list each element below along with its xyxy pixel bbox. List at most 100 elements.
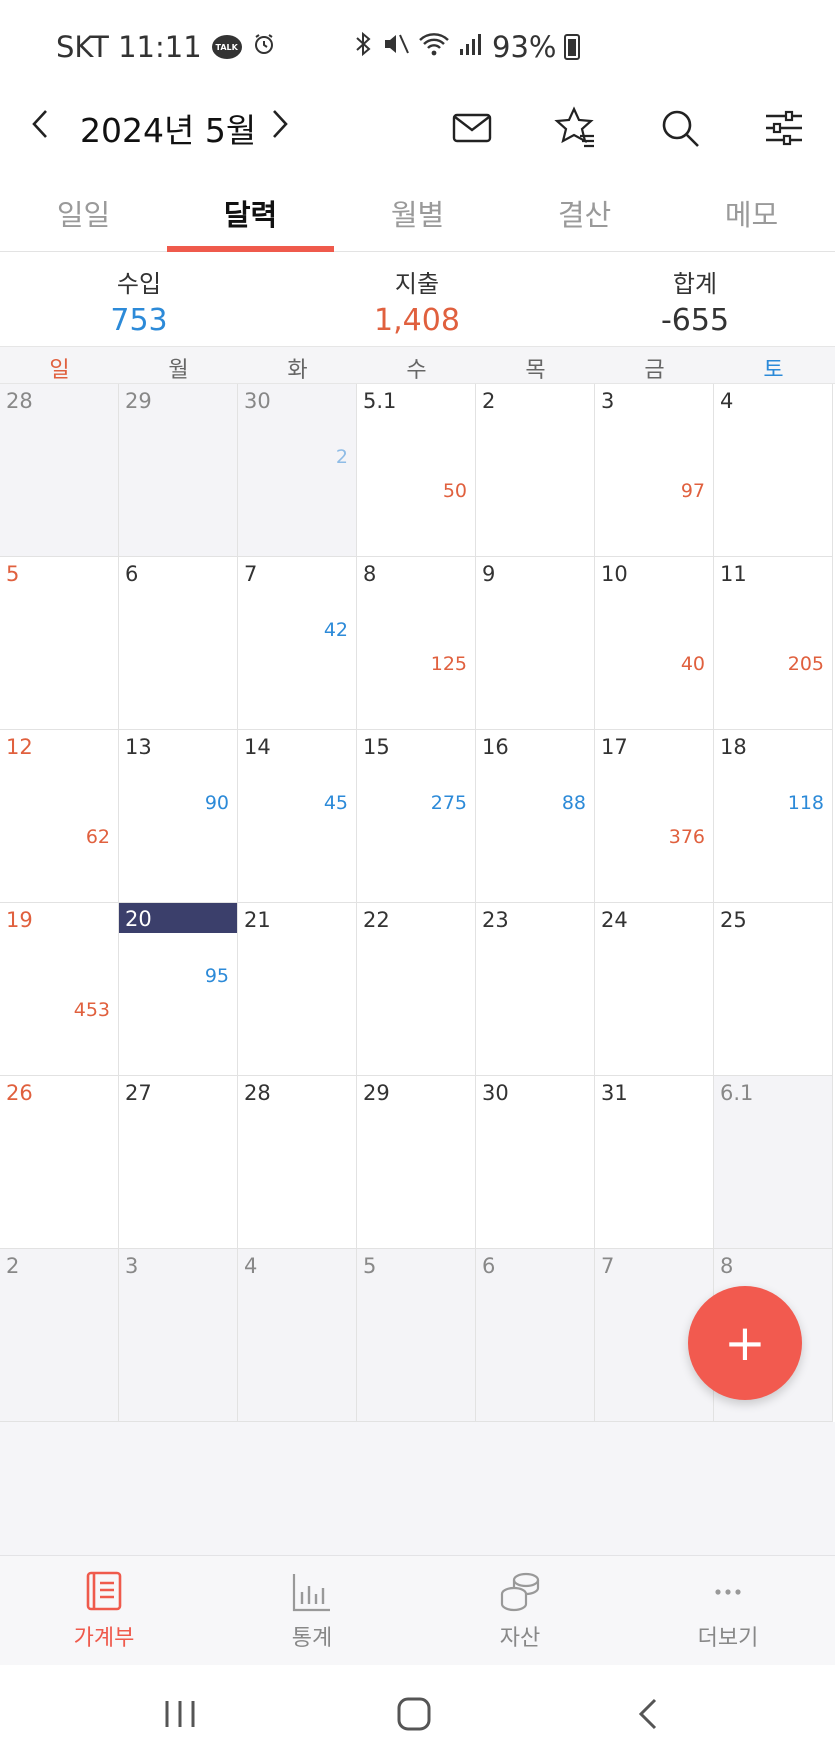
calendar-day[interactable]: 13 90 <box>119 730 238 903</box>
chevron-right-icon <box>273 110 288 138</box>
weekday-sun: 일 <box>49 358 70 383</box>
calendar-day[interactable]: 30 <box>476 1076 595 1249</box>
calendar-day[interactable]: 2 <box>476 384 595 557</box>
income-summary: 수입 753 <box>0 252 278 346</box>
tab-calendar[interactable]: 달력 <box>167 180 334 252</box>
day-number: 2 <box>482 389 496 413</box>
prev-month-button[interactable] <box>18 100 62 148</box>
tab-daily[interactable]: 일일 <box>0 180 167 251</box>
tab-monthly[interactable]: 월별 <box>334 180 501 251</box>
calendar-day[interactable]: 23 <box>476 903 595 1076</box>
bar-chart-icon <box>292 1574 330 1612</box>
signal-icon <box>458 31 484 63</box>
calendar-day[interactable]: 29 <box>119 384 238 557</box>
nav-more[interactable]: 더보기 <box>624 1556 832 1665</box>
day-number: 9 <box>482 562 496 586</box>
weekday-thu: 목 <box>525 358 546 383</box>
calendar-day[interactable]: 7 42 <box>238 557 357 730</box>
calendar-day[interactable]: 15 275 <box>357 730 476 903</box>
day-expense: 40 <box>680 653 705 675</box>
calendar-day[interactable]: 5.1 50 <box>357 384 476 557</box>
calendar-day[interactable]: 4 <box>714 384 833 557</box>
add-transaction-button[interactable]: + <box>688 1286 802 1400</box>
day-income: 88 <box>561 792 586 814</box>
battery-icon <box>564 34 581 60</box>
calendar-day[interactable]: 25 <box>714 903 833 1076</box>
tab-settlement[interactable]: 결산 <box>501 180 668 251</box>
day-number: 8 <box>363 562 377 586</box>
calendar-day[interactable]: 6 <box>476 1249 595 1422</box>
day-number: 24 <box>601 908 628 932</box>
calendar-day[interactable]: 10 40 <box>595 557 714 730</box>
calendar-day[interactable]: 21 <box>238 903 357 1076</box>
chevron-left-icon <box>32 110 47 138</box>
total-label: 합계 <box>672 270 718 298</box>
calendar-day[interactable]: 28 <box>238 1076 357 1249</box>
day-number: 2 <box>6 1254 20 1278</box>
next-month-button[interactable] <box>258 100 302 148</box>
calendar-day[interactable]: 9 <box>476 557 595 730</box>
recent-apps-icon <box>165 1701 195 1727</box>
status-left: SKT 11:11 TALK <box>56 30 276 64</box>
calendar-day[interactable]: 3 <box>119 1249 238 1422</box>
day-expense: 62 <box>85 826 110 848</box>
day-expense: 205 <box>787 653 824 675</box>
bookmark-button[interactable] <box>548 100 604 156</box>
day-number: 17 <box>601 735 628 759</box>
calendar-day[interactable]: 16 88 <box>476 730 595 903</box>
calendar-day[interactable]: 14 45 <box>238 730 357 903</box>
day-expense: 97 <box>680 480 705 502</box>
status-bar: SKT 11:11 TALK 93% <box>0 0 835 96</box>
day-number: 4 <box>244 1254 258 1278</box>
month-title[interactable]: 2024년 5월 <box>80 104 256 152</box>
calendar-day[interactable]: 2 <box>0 1249 119 1422</box>
search-button[interactable] <box>652 100 708 156</box>
calendar-day[interactable]: 28 <box>0 384 119 557</box>
calendar-day[interactable]: 17 376 <box>595 730 714 903</box>
calendar-day[interactable]: 11 205 <box>714 557 833 730</box>
calendar-day[interactable]: 31 <box>595 1076 714 1249</box>
calendar-day[interactable]: 29 <box>357 1076 476 1249</box>
day-number: 6 <box>482 1254 496 1278</box>
book-icon <box>86 1571 122 1611</box>
day-number: 12 <box>6 735 33 759</box>
back-button[interactable] <box>618 1687 678 1741</box>
calendar-day[interactable]: 18 118 <box>714 730 833 903</box>
recent-apps-button[interactable] <box>150 1687 210 1741</box>
day-number: 30 <box>244 389 271 413</box>
calendar-day[interactable]: 22 <box>357 903 476 1076</box>
calendar-day[interactable]: 12 62 <box>0 730 119 903</box>
day-number: 19 <box>6 908 33 932</box>
calendar-day[interactable]: 6.1 <box>714 1076 833 1249</box>
nav-assets[interactable]: 자산 <box>416 1556 624 1665</box>
day-number: 27 <box>125 1081 152 1105</box>
day-number: 18 <box>720 735 747 759</box>
mail-button[interactable] <box>444 100 500 156</box>
day-number: 7 <box>601 1254 615 1278</box>
calendar-day[interactable]: 5 <box>357 1249 476 1422</box>
calendar-day[interactable]: 6 <box>119 557 238 730</box>
tab-memo[interactable]: 메모 <box>668 180 835 251</box>
calendar-day[interactable]: 4 <box>238 1249 357 1422</box>
calendar-day[interactable]: 5 <box>0 557 119 730</box>
app-header: 2024년 5월 <box>0 96 835 156</box>
calendar-day-today[interactable]: 20 95 <box>119 903 238 1076</box>
calendar-day[interactable]: 27 <box>119 1076 238 1249</box>
expense-total: 1,408 <box>374 303 460 338</box>
calendar-day[interactable]: 8 125 <box>357 557 476 730</box>
day-number: 5.1 <box>363 389 397 413</box>
calendar-day[interactable]: 3 97 <box>595 384 714 557</box>
nav-statistics[interactable]: 통계 <box>208 1556 416 1665</box>
filter-button[interactable] <box>756 100 812 156</box>
weekday-tue: 화 <box>287 358 308 383</box>
day-number: 22 <box>363 908 390 932</box>
calendar-day[interactable]: 30 2 <box>238 384 357 557</box>
home-button[interactable] <box>384 1687 444 1741</box>
calendar-day[interactable]: 26 <box>0 1076 119 1249</box>
nav-ledger[interactable]: 가계부 <box>0 1556 208 1665</box>
net-total: -655 <box>660 303 730 338</box>
calendar-day[interactable]: 19 453 <box>0 903 119 1076</box>
day-number: 4 <box>720 389 734 413</box>
calendar-day[interactable]: 24 <box>595 903 714 1076</box>
day-income: 95 <box>204 965 229 987</box>
